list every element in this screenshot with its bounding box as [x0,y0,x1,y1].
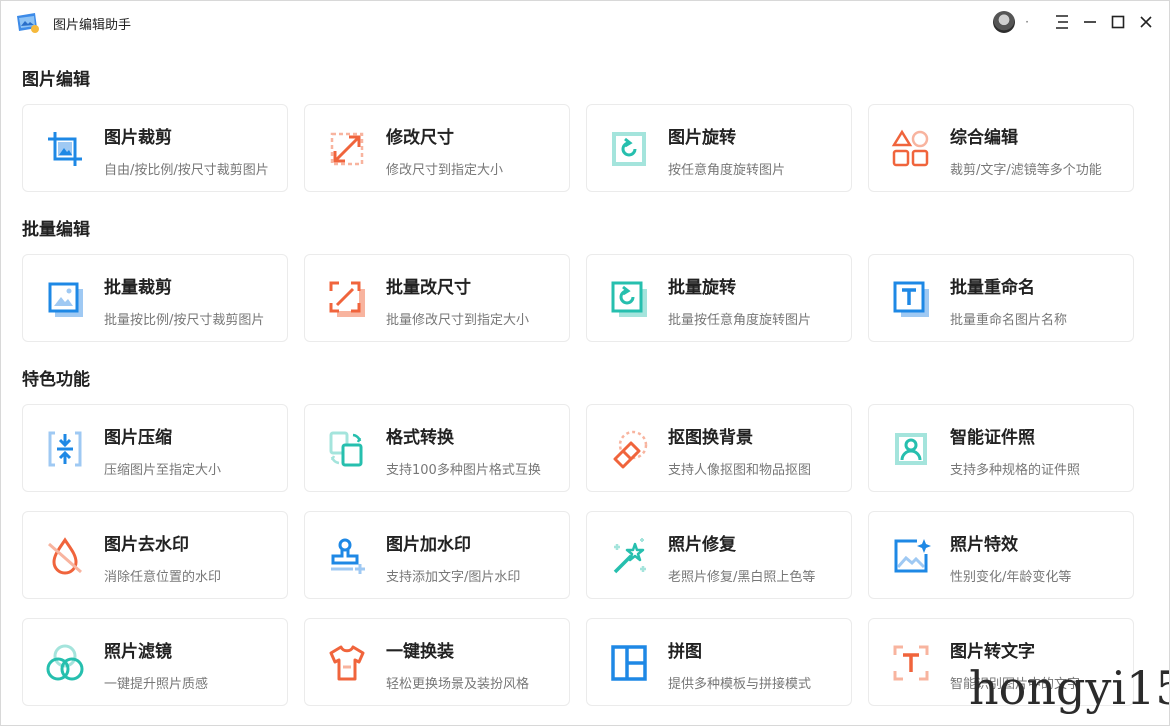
card-photo-effects[interactable]: 照片特效 性别变化/年龄变化等 [868,511,1134,599]
remove-watermark-icon [48,537,82,575]
card-description: 批量按比例/按尺寸裁剪图片 [104,313,265,328]
card-title: 图片旋转 [668,128,736,148]
card-description: 裁剪/文字/滤镜等多个功能 [950,163,1102,178]
card-collage[interactable]: 拼图 提供多种模板与拼接模式 [586,618,852,706]
app-title: 图片编辑助手 [53,18,132,33]
resize-icon [330,132,364,166]
card-batch-rotate[interactable]: 批量旋转 批量按任意角度旋转图片 [586,254,852,342]
card-cutout-background[interactable]: 抠图换背景 支持人像抠图和物品抠图 [586,404,852,492]
close-button[interactable] [1135,11,1157,33]
card-description: 批量修改尺寸到指定大小 [386,313,530,328]
card-title: 图片加水印 [386,535,471,555]
rotate-icon [612,132,646,166]
card-add-watermark[interactable]: 图片加水印 支持添加文字/图片水印 [304,511,570,599]
magic-wand-icon [613,538,646,574]
compress-icon [48,431,82,467]
card-resize[interactable]: 修改尺寸 修改尺寸到指定大小 [304,104,570,192]
card-description: 老照片修复/黑白照上色等 [668,570,816,585]
watermark-text: hongyi15 [969,661,1170,715]
card-photo-filter[interactable]: 照片滤镜 一键提升照片质感 [22,618,288,706]
card-description: 性别变化/年龄变化等 [950,570,1072,585]
convert-icon [329,431,363,467]
card-description: 支持多种规格的证件照 [950,463,1081,478]
card-title: 照片修复 [668,535,736,555]
card-outfit-change[interactable]: 一键换装 轻松更换场景及装扮风格 [304,618,570,706]
maximize-icon [1111,15,1125,29]
batch-resize-icon [329,281,365,317]
rename-icon [893,281,929,317]
card-description: 批量重命名图片名称 [950,313,1068,328]
card-id-photo[interactable]: 智能证件照 支持多种规格的证件照 [868,404,1134,492]
separator-dot: · [1025,15,1029,29]
card-description: 修改尺寸到指定大小 [386,163,504,178]
batch-rotate-icon [611,281,647,317]
card-title: 综合编辑 [950,128,1018,148]
effect-icon [894,539,931,573]
card-title: 拼图 [668,642,702,662]
card-description: 支持添加文字/图片水印 [386,570,521,585]
card-title: 批量改尺寸 [386,278,471,298]
card-description: 批量按任意角度旋转图片 [668,313,812,328]
card-title: 图片转文字 [950,642,1035,662]
close-icon [1140,16,1152,28]
card-title: 图片裁剪 [104,128,172,148]
card-description: 按任意角度旋转图片 [668,163,786,178]
card-title: 智能证件照 [950,428,1035,448]
title-bar: 图片编辑助手 · [1,1,1169,43]
section-title-image-edit: 图片编辑 [22,70,90,90]
card-title: 批量裁剪 [104,278,172,298]
card-title: 一键换装 [386,642,454,662]
card-title: 图片压缩 [104,428,172,448]
batch-crop-icon [48,282,83,317]
id-photo-icon [895,433,927,465]
eraser-icon [613,430,648,469]
card-batch-rename[interactable]: 批量重命名 批量重命名图片名称 [868,254,1134,342]
card-title: 批量旋转 [668,278,736,298]
card-title: 抠图换背景 [668,428,753,448]
card-compress[interactable]: 图片压缩 压缩图片至指定大小 [22,404,288,492]
card-description: 自由/按比例/按尺寸裁剪图片 [104,163,269,178]
card-format-convert[interactable]: 格式转换 支持100多种图片格式互换 [304,404,570,492]
card-description: 一键提升照片质感 [104,677,209,692]
card-description: 压缩图片至指定大小 [104,463,222,478]
minimize-icon [1084,21,1096,23]
section-title-features: 特色功能 [22,370,90,390]
ocr-icon [893,645,929,681]
card-title: 照片滤镜 [104,642,172,662]
card-title: 图片去水印 [104,535,189,555]
card-title: 修改尺寸 [386,128,454,148]
card-batch-resize[interactable]: 批量改尺寸 批量修改尺寸到指定大小 [304,254,570,342]
minimize-button[interactable] [1079,11,1101,33]
card-image-crop[interactable]: 图片裁剪 自由/按比例/按尺寸裁剪图片 [22,104,288,192]
card-batch-crop[interactable]: 批量裁剪 批量按比例/按尺寸裁剪图片 [22,254,288,342]
shapes-icon [891,129,929,167]
card-photo-restore[interactable]: 照片修复 老照片修复/黑白照上色等 [586,511,852,599]
card-comprehensive-edit[interactable]: 综合编辑 裁剪/文字/滤镜等多个功能 [868,104,1134,192]
menu-icon [1056,15,1068,29]
menu-button[interactable] [1051,11,1073,33]
crop-icon [48,132,82,166]
card-title: 照片特效 [950,535,1018,555]
stamp-icon [331,538,365,574]
card-rotate[interactable]: 图片旋转 按任意角度旋转图片 [586,104,852,192]
collage-icon [611,645,647,681]
card-description: 支持人像抠图和物品抠图 [668,463,812,478]
section-title-batch-edit: 批量编辑 [22,220,90,240]
card-remove-watermark[interactable]: 图片去水印 消除任意位置的水印 [22,511,288,599]
card-description: 轻松更换场景及装扮风格 [386,677,530,692]
card-title: 格式转换 [386,428,454,448]
app-window: 图片编辑助手 · 图片编辑 批量编辑 特色功能 图片裁剪 自由/按比例/按尺寸裁… [0,0,1170,726]
shirt-icon [329,645,365,681]
maximize-button[interactable] [1107,11,1129,33]
card-title: 批量重命名 [950,278,1035,298]
card-description: 支持100多种图片格式互换 [386,463,541,478]
app-logo-icon [17,13,39,33]
card-description: 消除任意位置的水印 [104,570,222,585]
card-description: 提供多种模板与拼接模式 [668,677,812,692]
user-avatar[interactable] [993,11,1016,33]
filter-icon [46,644,84,681]
